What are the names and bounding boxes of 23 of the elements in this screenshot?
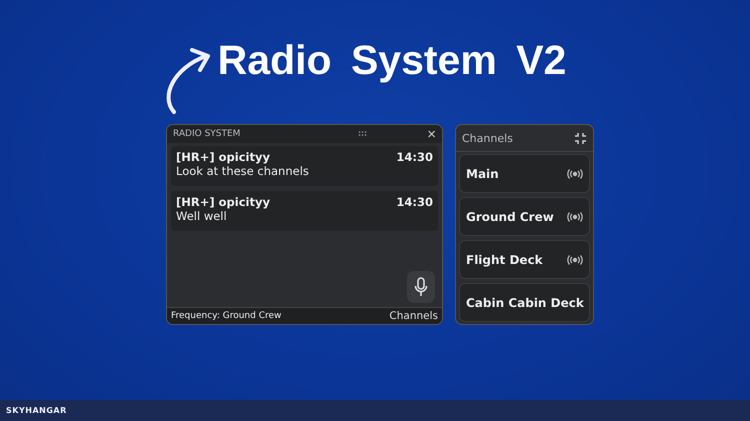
message-sender: [HR+] opicityy bbox=[176, 150, 270, 164]
microphone-button[interactable] bbox=[407, 271, 435, 303]
channel-item[interactable]: Cabin Cabin Deck bbox=[459, 283, 590, 322]
message-time: 14:30 bbox=[396, 150, 433, 164]
window-title: RADIO SYSTEM bbox=[173, 129, 242, 139]
channel-item[interactable]: Main bbox=[459, 154, 590, 193]
message-text: Well well bbox=[176, 209, 228, 223]
broadcast-icon bbox=[567, 212, 583, 222]
microphone-icon bbox=[414, 277, 428, 297]
broadcast-icon bbox=[567, 168, 583, 178]
channels-link[interactable]: Channels bbox=[389, 310, 438, 322]
panel-title: Channels bbox=[462, 132, 513, 144]
channel-item[interactable]: Ground Crew bbox=[459, 197, 590, 236]
broadcast-icon bbox=[567, 254, 583, 264]
message-text: Look at these channels bbox=[176, 164, 310, 178]
message-time: 14:30 bbox=[396, 195, 433, 209]
channel-item[interactable]: Flight Deck bbox=[459, 240, 590, 279]
headline: Radio System V2 bbox=[218, 37, 566, 84]
collapse-icon[interactable] bbox=[574, 132, 587, 144]
close-button[interactable]: × bbox=[427, 126, 436, 142]
message-sender: [HR+] opicityy bbox=[176, 195, 270, 209]
frequency-label: Frequency: Ground Crew bbox=[171, 311, 282, 321]
brand-logo: SKYHANGAR bbox=[6, 406, 67, 415]
